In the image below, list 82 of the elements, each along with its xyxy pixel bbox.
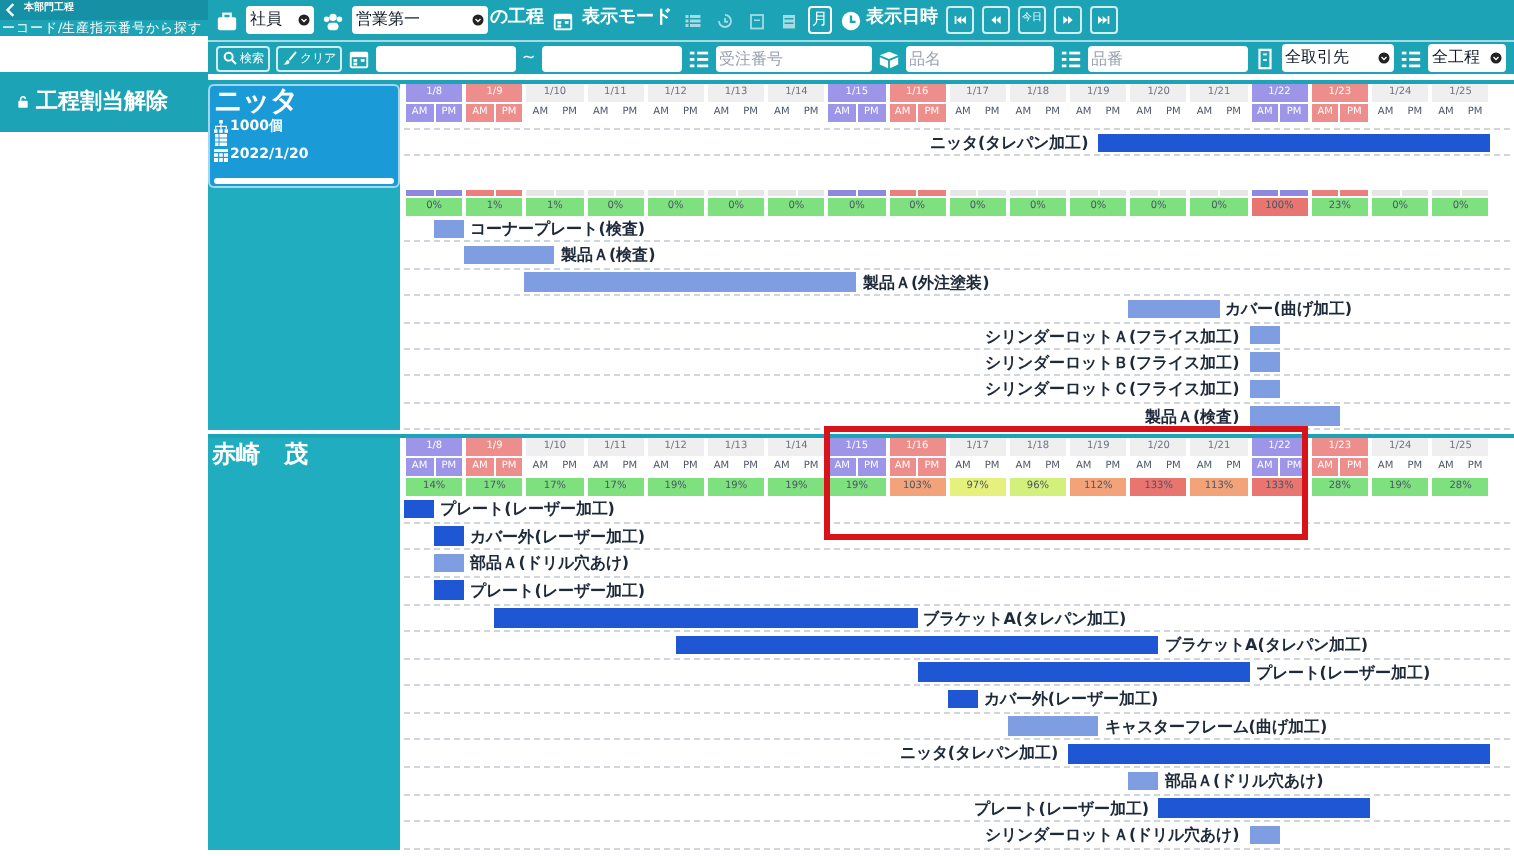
task-label: シリンダーロットＢ(フライス加工) [985, 351, 1240, 375]
task-label: シリンダーロットＡ(ドリル穴あけ) [985, 824, 1240, 848]
task-bar[interactable] [434, 553, 465, 573]
page-lines-icon [779, 11, 797, 29]
task-label: シリンダーロットＣ(フライス加工) [985, 378, 1240, 402]
dropdown-icon [298, 14, 310, 26]
task-label: ブラケットA(タレパン加工) [1165, 634, 1369, 658]
list-icon [1400, 47, 1423, 69]
task-bar[interactable] [434, 219, 465, 238]
task-label: カバー(曲げ加工) [1225, 298, 1352, 322]
list-icon [1059, 47, 1082, 69]
dropdown-icon [1378, 52, 1391, 64]
calendar-icon [348, 47, 370, 69]
task-label: コーナープレート(検査) [470, 218, 645, 241]
employee-name: 赤崎 茂 [210, 438, 310, 471]
calendar-icon [214, 147, 228, 161]
item-name-field[interactable]: 品名 [905, 45, 1054, 71]
task-label: 部品Ａ(ドリル穴あけ) [470, 552, 629, 576]
last-icon [1096, 12, 1112, 28]
page-icon [747, 11, 765, 29]
task-label: ニッタ(タレパン加工) [930, 132, 1089, 154]
task-bar[interactable] [1249, 379, 1280, 399]
display-mode-label: 表示モード [582, 6, 672, 33]
previous-button[interactable] [982, 6, 1010, 34]
clock-icon [840, 9, 862, 31]
task-label: 部品Ａ(ドリル穴あけ) [1165, 770, 1324, 794]
task-label: プレート(レーザー加工) [974, 797, 1149, 821]
task-label: カバー外(レーザー加工) [470, 525, 645, 549]
history-icon [715, 11, 733, 29]
task-bar[interactable] [434, 580, 465, 600]
suffix-label: の工程 [490, 6, 544, 33]
order-number-field[interactable]: 受注番号 [715, 45, 872, 71]
forward-icon [1060, 12, 1076, 28]
brush-icon [282, 50, 298, 66]
view-mode-button[interactable]: 月 [808, 6, 832, 34]
department-select[interactable]: 営業第一 [352, 6, 488, 34]
lock-icon [16, 94, 30, 110]
task-label: ブラケットA(タレパン加工) [923, 607, 1127, 631]
task-bar[interactable] [1249, 326, 1280, 345]
employee-select[interactable]: 社員 [246, 6, 314, 34]
task-bar[interactable] [404, 499, 435, 519]
hierarchy-icon [214, 119, 228, 133]
search-icon [222, 50, 238, 66]
task-label: 製品Ａ(検査) [561, 244, 656, 268]
first-button[interactable] [946, 6, 974, 34]
product-name: ニッタ [214, 88, 300, 118]
task-bar[interactable] [1249, 825, 1280, 845]
list-icon [683, 11, 701, 29]
back-icon[interactable] [4, 2, 18, 18]
client-select[interactable]: 全取引先 [1281, 44, 1395, 72]
task-label: カバー外(レーザー加工) [983, 688, 1159, 712]
item-number-field[interactable]: 品番 [1087, 45, 1248, 71]
task-label: プレート(レーザー加工) [440, 498, 615, 522]
task-label: プレート(レーザー加工) [1255, 661, 1431, 685]
date-from-field[interactable] [376, 45, 516, 71]
process-select[interactable]: 全工程 [1428, 44, 1506, 72]
task-bar[interactable] [1128, 771, 1159, 791]
first-icon [952, 12, 968, 28]
task-bar[interactable] [947, 689, 978, 709]
task-label: プレート(レーザー加工) [470, 579, 645, 603]
list-icon [687, 47, 710, 69]
task-label: キャスターフレーム(曲げ加工) [1104, 715, 1328, 739]
date-to-field[interactable] [541, 45, 682, 71]
range-separator: ~ [522, 46, 536, 70]
people-icon [322, 9, 344, 31]
dropdown-icon [1490, 52, 1502, 64]
unassign-button[interactable]: 工程割当解除 [0, 72, 208, 132]
building-icon [1253, 47, 1276, 69]
task-bar[interactable] [434, 526, 465, 546]
task-label: シリンダーロットＡ(フライス加工) [985, 325, 1240, 348]
dropdown-icon [472, 14, 484, 26]
task-label: 製品Ａ(外注塗装) [863, 271, 990, 295]
briefcase-icon [216, 9, 238, 31]
display-datetime-label: 表示日時 [866, 6, 938, 33]
task-label: 製品Ａ(検査) [1145, 405, 1240, 429]
last-button[interactable] [1090, 6, 1118, 34]
next-button[interactable] [1054, 6, 1082, 34]
calendar-icon [552, 9, 574, 31]
task-label: ニッタ(タレパン加工) [899, 742, 1059, 767]
rewind-icon [988, 12, 1004, 28]
grid-icon [214, 134, 228, 146]
box-icon [877, 47, 900, 69]
